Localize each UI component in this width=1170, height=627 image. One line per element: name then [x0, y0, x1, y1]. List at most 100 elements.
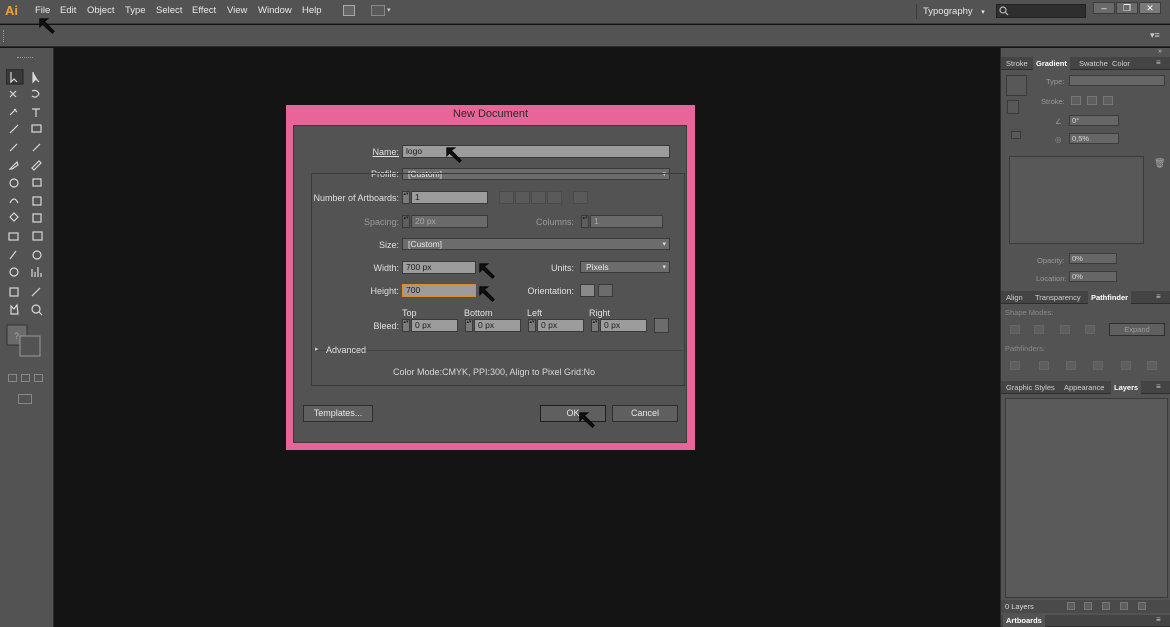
- tools-grip-icon[interactable]: [17, 57, 33, 59]
- artboards-menu-icon[interactable]: ≡: [1156, 615, 1161, 624]
- advanced-chevron-right-icon[interactable]: ▸: [315, 345, 319, 353]
- name-input[interactable]: logo: [402, 145, 670, 158]
- spacing-input[interactable]: 20 px: [411, 215, 488, 228]
- bleed-link-icon[interactable]: [654, 318, 669, 333]
- locate-object-icon[interactable]: [1067, 602, 1075, 610]
- height-input[interactable]: 700: [402, 284, 476, 297]
- opacity-input[interactable]: 0%: [1069, 253, 1117, 264]
- menu-type[interactable]: Type: [125, 5, 146, 16]
- landscape-icon[interactable]: [598, 284, 613, 297]
- columns-input[interactable]: 1: [590, 215, 663, 228]
- merge-icon[interactable]: [1066, 361, 1076, 370]
- tab-graphic-styles[interactable]: Graphic Styles: [1003, 381, 1058, 394]
- expand-button[interactable]: Expand: [1109, 323, 1165, 336]
- right-to-left-icon[interactable]: [573, 191, 588, 204]
- bleed-left-stepper[interactable]: ▴▾: [528, 319, 536, 332]
- menu-file[interactable]: File: [35, 5, 50, 16]
- tab-stroke[interactable]: Stroke: [1003, 57, 1031, 70]
- bleed-right-stepper[interactable]: ▴▾: [591, 319, 599, 332]
- advanced-toggle[interactable]: Advanced: [326, 345, 386, 355]
- units-select[interactable]: Pixels ▾: [580, 261, 670, 273]
- bottom-panel-menu-icon[interactable]: ≡: [1156, 382, 1161, 391]
- tab-gradient[interactable]: Gradient: [1033, 57, 1070, 70]
- menu-effect[interactable]: Effect: [192, 5, 216, 16]
- restore-button[interactable]: ❐: [1116, 2, 1138, 14]
- grid-by-row-icon[interactable]: [499, 191, 514, 204]
- trim-icon[interactable]: [1039, 361, 1049, 370]
- draw-inside-icon[interactable]: [34, 374, 43, 382]
- delete-stop-icon[interactable]: 🗑: [1154, 158, 1165, 169]
- menu-view[interactable]: View: [227, 5, 247, 16]
- minus-front-icon[interactable]: [1034, 325, 1044, 334]
- mid-panel-menu-icon[interactable]: ≡: [1156, 292, 1161, 301]
- arrange-chevron-down-icon[interactable]: ▾: [387, 6, 391, 14]
- clipping-mask-icon[interactable]: [1084, 602, 1092, 610]
- crop-icon[interactable]: [1093, 361, 1103, 370]
- tab-align[interactable]: Align: [1003, 291, 1026, 304]
- angle-input[interactable]: 0°: [1069, 115, 1119, 126]
- arrange-by-row-icon[interactable]: [531, 191, 546, 204]
- unite-icon[interactable]: [1010, 325, 1020, 334]
- grid-by-column-icon[interactable]: [515, 191, 530, 204]
- spacing-stepper[interactable]: ▴▾: [402, 215, 410, 228]
- width-input[interactable]: 700 px: [402, 261, 476, 274]
- tab-appearance[interactable]: Appearance: [1061, 381, 1107, 394]
- workspace-switcher[interactable]: Typography ▾: [916, 4, 986, 19]
- tab-pathfinder[interactable]: Pathfinder: [1088, 291, 1132, 304]
- layers-list[interactable]: [1005, 398, 1168, 598]
- grip-icon[interactable]: [3, 30, 6, 42]
- menu-window[interactable]: Window: [258, 5, 292, 16]
- arrange-by-column-icon[interactable]: [547, 191, 562, 204]
- new-layer-icon[interactable]: [1120, 602, 1128, 610]
- close-button[interactable]: ✕: [1139, 2, 1161, 14]
- ok-button[interactable]: OK: [540, 405, 606, 422]
- stroke-along-icon[interactable]: [1087, 96, 1097, 105]
- cancel-button[interactable]: Cancel: [612, 405, 678, 422]
- delete-layer-icon[interactable]: [1138, 602, 1146, 610]
- outline-icon[interactable]: [1121, 361, 1131, 370]
- aspect-ratio-input[interactable]: 0,5%: [1069, 133, 1119, 144]
- gradient-type-select[interactable]: [1069, 75, 1165, 86]
- location-input[interactable]: 0%: [1069, 271, 1117, 282]
- gradient-swatch[interactable]: [1006, 75, 1027, 96]
- bleed-bottom-input[interactable]: 0 px: [474, 319, 521, 332]
- menu-help[interactable]: Help: [302, 5, 322, 16]
- draw-normal-icon[interactable]: [8, 374, 17, 382]
- tab-color[interactable]: Color: [1109, 57, 1133, 70]
- bleed-bottom-stepper[interactable]: ▴▾: [465, 319, 473, 332]
- menu-object[interactable]: Object: [87, 5, 114, 16]
- bleed-right-input[interactable]: 0 px: [600, 319, 647, 332]
- aspect-link-icon[interactable]: [1011, 131, 1021, 139]
- templates-button[interactable]: Templates...: [303, 405, 373, 422]
- new-sublayer-icon[interactable]: [1102, 602, 1110, 610]
- gradient-slider-area[interactable]: [1009, 156, 1144, 244]
- top-panel-menu-icon[interactable]: ≡: [1156, 58, 1161, 67]
- collapse-panels-icon[interactable]: »: [1158, 48, 1162, 55]
- size-select[interactable]: [Custom] ▾: [402, 238, 670, 250]
- screen-mode-icon[interactable]: [18, 394, 32, 404]
- draw-behind-icon[interactable]: [21, 374, 30, 382]
- exclude-icon[interactable]: [1085, 325, 1095, 334]
- divide-icon[interactable]: [1010, 361, 1020, 370]
- stroke-across-icon[interactable]: [1103, 96, 1113, 105]
- bleed-top-stepper[interactable]: ▴▾: [402, 319, 410, 332]
- stroke-within-icon[interactable]: [1071, 96, 1081, 105]
- minus-back-icon[interactable]: [1147, 361, 1157, 370]
- artboards-stepper[interactable]: ▴▾: [402, 191, 410, 204]
- columns-stepper[interactable]: ▴▾: [581, 215, 589, 228]
- menu-edit[interactable]: Edit: [60, 5, 76, 16]
- menu-select[interactable]: Select: [156, 5, 182, 16]
- bleed-left-input[interactable]: 0 px: [537, 319, 584, 332]
- tab-transparency[interactable]: Transparency: [1032, 291, 1084, 304]
- portrait-icon[interactable]: [580, 284, 595, 297]
- tab-swatches[interactable]: Swatche: [1076, 57, 1111, 70]
- reverse-gradient-icon[interactable]: [1007, 100, 1019, 114]
- panel-menu-icon[interactable]: ▾≡: [1150, 30, 1160, 41]
- tab-layers[interactable]: Layers: [1111, 381, 1142, 394]
- artboards-input[interactable]: 1: [411, 191, 488, 204]
- search-input[interactable]: [996, 4, 1086, 18]
- tab-artboards[interactable]: Artboards: [1003, 615, 1045, 627]
- bridge-icon[interactable]: [343, 5, 355, 16]
- arrange-documents-icon[interactable]: [371, 5, 385, 16]
- intersect-icon[interactable]: [1060, 325, 1070, 334]
